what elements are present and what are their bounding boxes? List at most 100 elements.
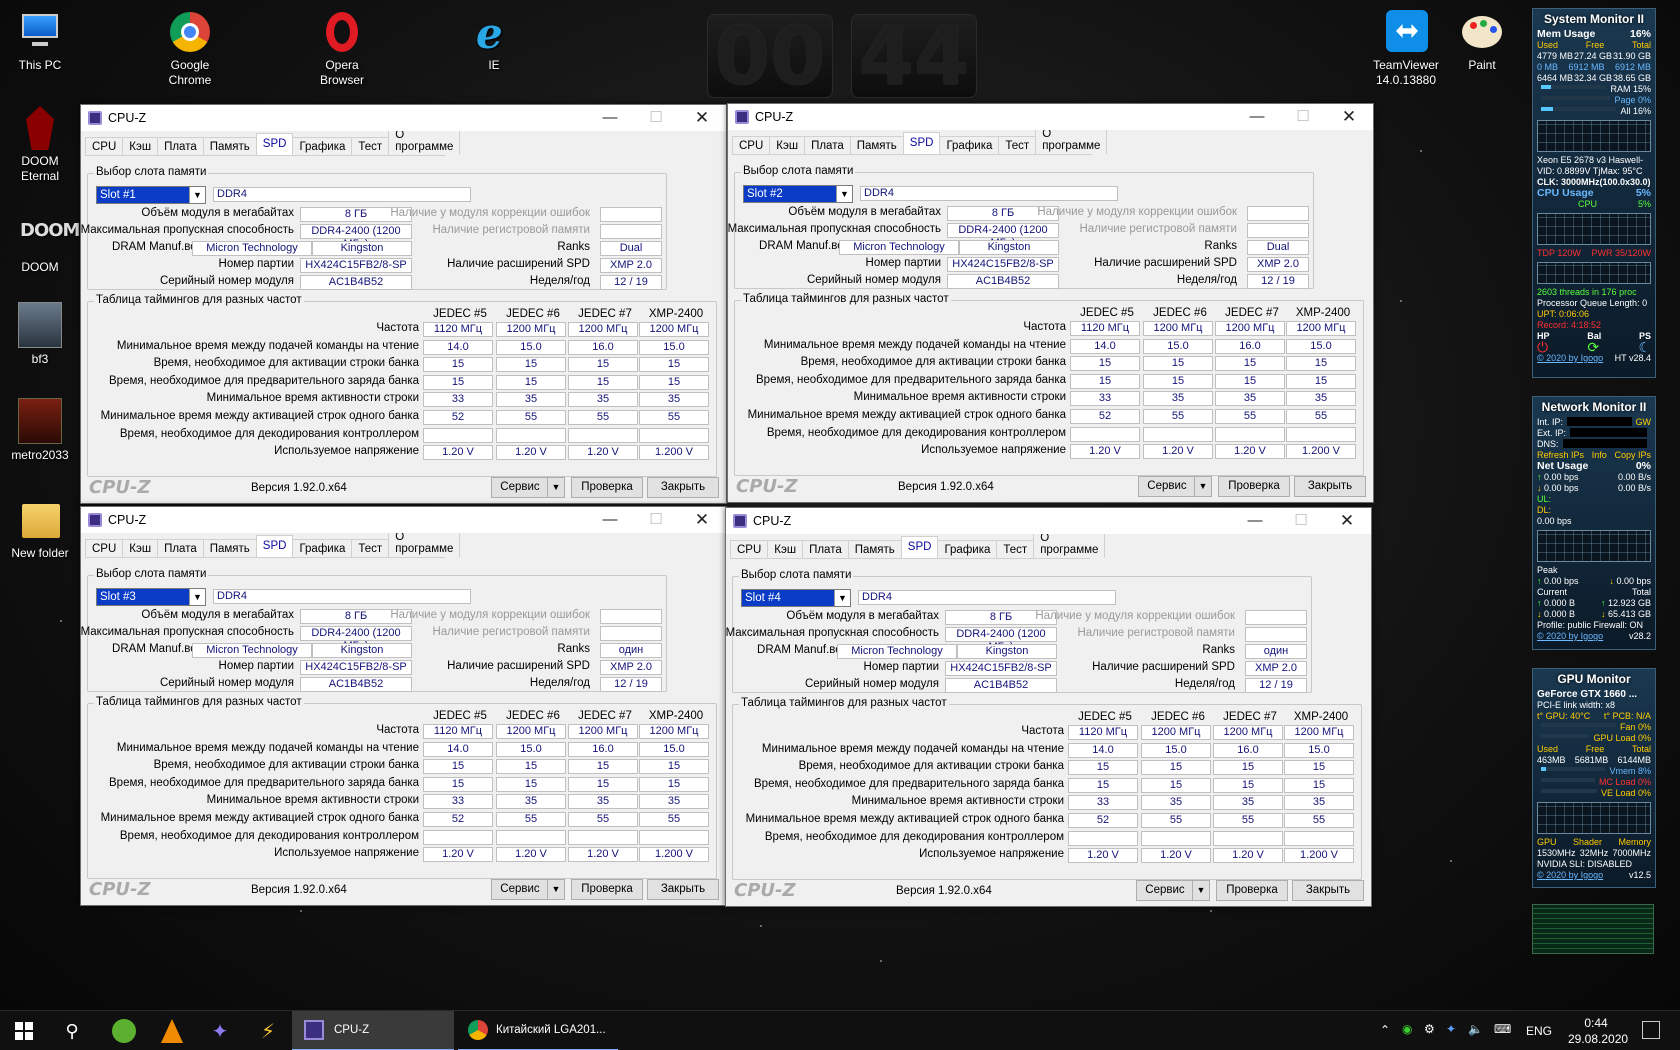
author-link[interactable]: © 2020 by Igogo	[1537, 870, 1603, 881]
tool-icon[interactable]: ⚡	[244, 1011, 292, 1050]
gear-icon[interactable]: ⚙	[1424, 1022, 1435, 1036]
slot-select[interactable]: Slot #2 ▼	[743, 185, 853, 203]
close-window-button[interactable]: ✕	[680, 507, 724, 533]
tab-spd[interactable]: SPD	[902, 132, 941, 154]
close-button[interactable]: Закрыть	[647, 879, 719, 900]
volume-icon[interactable]: 🔈	[1468, 1022, 1483, 1036]
validate-button[interactable]: Проверка	[1216, 880, 1288, 901]
tab-cpu[interactable]: CPU	[85, 539, 124, 557]
notifications-icon[interactable]	[1642, 1021, 1660, 1039]
tab-spd[interactable]: SPD	[900, 536, 939, 558]
chevron-down-icon[interactable]: ▼	[1192, 881, 1209, 900]
maximize-button[interactable]: ☐	[1279, 508, 1323, 534]
tab-graphics[interactable]: Графика	[292, 137, 353, 155]
sleep-icon[interactable]: ☾	[1638, 340, 1651, 354]
tab-cpu[interactable]: CPU	[732, 136, 771, 154]
tab-bench[interactable]: Тест	[996, 540, 1035, 558]
start-button[interactable]	[0, 1011, 48, 1050]
tab-bench[interactable]: Тест	[998, 136, 1037, 154]
tab-cache[interactable]: Кэш	[769, 136, 806, 154]
tab-mainboard[interactable]: Плата	[804, 136, 851, 154]
tab-memory[interactable]: Память	[202, 137, 257, 155]
tab-graphics[interactable]: Графика	[937, 540, 998, 558]
utorrent-icon[interactable]	[100, 1011, 148, 1050]
validate-button[interactable]: Проверка	[571, 879, 643, 900]
service-button[interactable]: Сервис ▼	[1136, 880, 1210, 901]
tab-bench[interactable]: Тест	[351, 539, 390, 557]
tab-cache[interactable]: Кэш	[767, 540, 804, 558]
desktop-icon-paint[interactable]: Paint	[1442, 8, 1522, 73]
window-titlebar[interactable]: CPU-Z — ☐ ✕	[81, 105, 726, 131]
slot-select[interactable]: Slot #1 ▼	[96, 186, 206, 204]
minimize-button[interactable]: —	[588, 105, 632, 131]
close-window-button[interactable]: ✕	[1327, 104, 1371, 130]
chevron-up-icon[interactable]: ⌃	[1380, 1023, 1390, 1037]
service-button[interactable]: Сервис ▼	[491, 477, 565, 498]
author-link[interactable]: © 2020 by Igogo	[1537, 353, 1603, 364]
tab-mainboard[interactable]: Плата	[157, 539, 204, 557]
desktop-icon-opera[interactable]: Opera Browser	[302, 8, 382, 88]
close-button[interactable]: Закрыть	[1294, 476, 1366, 497]
maximize-button[interactable]: ☐	[1281, 104, 1325, 130]
keyboard-icon[interactable]: ⌨	[1494, 1022, 1511, 1036]
validate-button[interactable]: Проверка	[1218, 476, 1290, 497]
taskbar-item-chrome[interactable]: Китайский LGA201...	[458, 1011, 618, 1050]
tab-memory[interactable]: Память	[849, 136, 904, 154]
chevron-down-icon[interactable]: ▼	[547, 478, 564, 497]
window-titlebar[interactable]: CPU-Z — ☐ ✕	[726, 508, 1371, 534]
desktop-icon-metro2033[interactable]: metro2033	[0, 398, 80, 463]
taskbar-item-cpuz[interactable]: CPU-Z	[292, 1011, 454, 1050]
tab-bench[interactable]: Тест	[351, 137, 390, 155]
service-button[interactable]: Сервис ▼	[491, 879, 565, 900]
close-window-button[interactable]: ✕	[1325, 508, 1369, 534]
chevron-down-icon[interactable]: ▼	[547, 880, 564, 899]
desktop-icon-chrome[interactable]: Google Chrome	[150, 8, 230, 88]
tab-mainboard[interactable]: Плата	[157, 137, 204, 155]
chevron-down-icon[interactable]: ▼	[1194, 477, 1211, 496]
part-number-label: Номер партии	[865, 257, 941, 269]
input-language[interactable]: ENG	[1526, 1024, 1552, 1038]
tab-cpu[interactable]: CPU	[85, 137, 124, 155]
window-titlebar[interactable]: CPU-Z — ☐ ✕	[728, 104, 1373, 130]
maximize-button[interactable]: ☐	[634, 507, 678, 533]
search-icon[interactable]: ⚲	[48, 1011, 96, 1050]
minimize-button[interactable]: —	[588, 507, 632, 533]
tab-mainboard[interactable]: Плата	[802, 540, 849, 558]
desktop-icon-doom[interactable]: DOOM DOOM	[0, 210, 80, 275]
tab-memory[interactable]: Память	[202, 539, 257, 557]
tab-graphics[interactable]: Графика	[292, 539, 353, 557]
desktop-icon-bf3[interactable]: bf3	[0, 302, 80, 367]
maximize-button[interactable]: ☐	[634, 105, 678, 131]
desktop-icon-doom-eternal[interactable]: DOOM Eternal	[0, 104, 80, 184]
minimize-button[interactable]: —	[1235, 104, 1279, 130]
service-button[interactable]: Сервис ▼	[1138, 476, 1212, 497]
tab-memory[interactable]: Память	[847, 540, 902, 558]
desktop-icon-teamviewer[interactable]: TeamViewer 14.0.13880	[1366, 8, 1446, 88]
author-link[interactable]: © 2020 by Igogo	[1537, 631, 1603, 642]
tab-cache[interactable]: Кэш	[122, 539, 159, 557]
tray-clock[interactable]: 0:44 29.08.2020	[1568, 1015, 1628, 1047]
close-window-button[interactable]: ✕	[680, 105, 724, 131]
close-button[interactable]: Закрыть	[647, 477, 719, 498]
slot-select[interactable]: Slot #3 ▼	[96, 588, 206, 606]
desktop-icon-ie[interactable]: e IE	[454, 8, 534, 73]
minimize-button[interactable]: —	[1233, 508, 1277, 534]
slot-select[interactable]: Slot #4 ▼	[741, 589, 851, 607]
desktop-icon-this-pc[interactable]: This PC	[0, 8, 80, 73]
tab-spd[interactable]: SPD	[255, 133, 294, 155]
power-off-icon[interactable]: ⏻	[1537, 340, 1548, 354]
info-link[interactable]: Info	[1592, 450, 1607, 461]
tab-cache[interactable]: Кэш	[122, 137, 159, 155]
desktop-icon-new-folder[interactable]: New folder	[0, 496, 80, 561]
shield-icon[interactable]: ◉	[1402, 1022, 1412, 1036]
app-icon[interactable]: ✦	[196, 1011, 244, 1050]
window-titlebar[interactable]: CPU-Z — ☐ ✕	[81, 507, 726, 533]
validate-button[interactable]: Проверка	[571, 477, 643, 498]
tab-graphics[interactable]: Графика	[939, 136, 1000, 154]
vlc-icon[interactable]	[148, 1011, 196, 1050]
tab-cpu[interactable]: CPU	[730, 540, 769, 558]
close-button[interactable]: Закрыть	[1292, 880, 1364, 901]
restart-icon[interactable]: ⟳	[1587, 340, 1599, 354]
bluetooth-icon[interactable]: ✦	[1446, 1022, 1456, 1036]
tab-spd[interactable]: SPD	[255, 535, 294, 557]
